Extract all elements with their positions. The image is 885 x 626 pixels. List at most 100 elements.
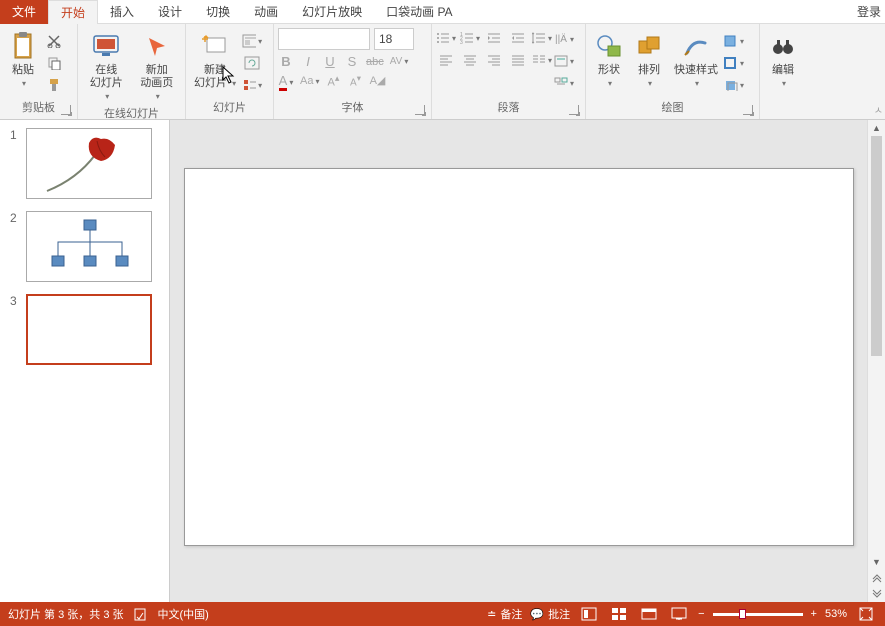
menu-home[interactable]: 开始 xyxy=(48,0,98,24)
vertical-scrollbar[interactable]: ▲ ▼ xyxy=(867,120,885,602)
menu-bar: 文件 开始 插入 设计 切换 动画 幻灯片放映 口袋动画 PA 登录 xyxy=(0,0,885,24)
spellcheck-icon[interactable] xyxy=(134,607,148,621)
zoom-handle[interactable] xyxy=(739,609,746,619)
font-launcher[interactable] xyxy=(415,105,425,115)
decrease-indent-button[interactable] xyxy=(484,30,504,46)
change-case-button[interactable]: Aa▾ xyxy=(300,75,319,87)
zoom-out-button[interactable]: − xyxy=(698,608,704,620)
slide-editor[interactable] xyxy=(170,120,867,602)
slide-canvas[interactable] xyxy=(184,168,854,546)
login-button[interactable]: 登录 xyxy=(845,0,885,24)
font-name-input[interactable] xyxy=(278,28,370,50)
justify-button[interactable] xyxy=(508,52,528,68)
thumb-row: 1 xyxy=(10,128,159,199)
thumb-number: 3 xyxy=(10,294,20,365)
new-slide-button[interactable]: 新建 幻灯片 ▾ xyxy=(190,26,240,92)
align-center-button[interactable] xyxy=(460,52,480,68)
scroll-up-button[interactable]: ▲ xyxy=(868,120,885,136)
cut-button[interactable] xyxy=(44,32,64,50)
italic-button[interactable]: I xyxy=(300,54,316,69)
workspace: 1 2 3 ▲ ▼ xyxy=(0,120,885,602)
numbering-button[interactable]: 123▾ xyxy=(460,30,480,46)
columns-button[interactable]: ▾ xyxy=(532,52,552,68)
scroll-thumb[interactable] xyxy=(871,136,882,356)
reset-button[interactable] xyxy=(242,54,262,72)
language-indicator[interactable]: 中文(中国) xyxy=(158,606,209,622)
layout-button[interactable]: ▾ xyxy=(242,32,262,50)
fit-window-button[interactable] xyxy=(855,605,877,623)
slide-thumbnail-1[interactable] xyxy=(26,128,152,199)
menu-file[interactable]: 文件 xyxy=(0,0,48,24)
align-text-button[interactable]: ▾ xyxy=(554,52,574,70)
paragraph-launcher[interactable] xyxy=(569,105,579,115)
chevron-down-icon: ▾ xyxy=(782,79,786,88)
shadow-button[interactable]: S xyxy=(344,54,360,69)
font-size-input[interactable] xyxy=(374,28,414,50)
normal-view-button[interactable] xyxy=(578,605,600,623)
menu-slideshow[interactable]: 幻灯片放映 xyxy=(290,0,374,24)
notes-button[interactable]: ≐备注 xyxy=(487,606,522,622)
arrange-button[interactable]: 排列▾ xyxy=(630,26,668,92)
clear-format-button[interactable]: A◢ xyxy=(369,74,385,87)
scroll-down-button[interactable]: ▼ xyxy=(868,554,885,570)
increase-indent-button[interactable] xyxy=(508,30,528,46)
format-painter-button[interactable] xyxy=(44,76,64,94)
reading-view-button[interactable] xyxy=(638,605,660,623)
shape-effects-button[interactable]: ▾ xyxy=(724,76,744,94)
copy-button[interactable] xyxy=(44,54,64,72)
paste-button[interactable]: 粘贴▾ xyxy=(4,26,42,92)
shapes-button[interactable]: 形状▾ xyxy=(590,26,628,92)
quick-styles-button[interactable]: 快速样式▾ xyxy=(670,26,722,92)
line-spacing-button[interactable]: ▾ xyxy=(532,30,552,46)
menu-transition[interactable]: 切换 xyxy=(194,0,242,24)
zoom-slider[interactable] xyxy=(713,613,803,616)
collapse-ribbon-button[interactable]: ㅅ xyxy=(874,102,883,117)
drawing-group-label: 绘图 xyxy=(662,102,684,114)
slideshow-view-button[interactable] xyxy=(668,605,690,623)
notes-icon: ≐ xyxy=(487,608,496,621)
drawing-launcher[interactable] xyxy=(743,105,753,115)
slide-thumbnail-2[interactable] xyxy=(26,211,152,282)
text-direction-button[interactable]: ||Ä▾ xyxy=(554,30,574,48)
smartart-button[interactable]: ▾ xyxy=(554,74,574,92)
strike-button[interactable]: abc xyxy=(366,56,384,68)
find-button[interactable]: 编辑▾ xyxy=(764,26,802,92)
online-slide-button[interactable]: 在线 幻灯片 ▾ xyxy=(82,26,131,105)
sorter-view-button[interactable] xyxy=(608,605,630,623)
group-clipboard: 粘贴▾ 剪贴板 xyxy=(0,24,78,119)
ribbon: 粘贴▾ 剪贴板 在线 幻灯片 ▾ 新加 动画页 ▾ 在线幻灯片 xyxy=(0,24,885,120)
underline-button[interactable]: U xyxy=(322,54,338,69)
grow-font-button[interactable]: A▴ xyxy=(325,73,341,89)
comment-icon: 💬 xyxy=(530,608,544,621)
shape-fill-button[interactable]: ▾ xyxy=(724,32,744,50)
slide-thumbnail-panel[interactable]: 1 2 3 xyxy=(0,120,170,602)
align-left-button[interactable] xyxy=(436,52,456,68)
spacing-button[interactable]: AV▾ xyxy=(390,56,409,67)
bullets-button[interactable]: ▾ xyxy=(436,30,456,46)
shape-outline-button[interactable]: ▾ xyxy=(724,54,744,72)
chevron-down-icon: ▾ xyxy=(232,79,236,88)
align-right-button[interactable] xyxy=(484,52,504,68)
chevron-down-icon: ▾ xyxy=(648,79,652,88)
zoom-level[interactable]: 53% xyxy=(825,608,847,620)
slide-thumbnail-3[interactable] xyxy=(26,294,152,365)
zoom-in-button[interactable]: + xyxy=(811,608,817,620)
menu-animation[interactable]: 动画 xyxy=(242,0,290,24)
new-animation-button[interactable]: 新加 动画页 ▾ xyxy=(133,26,182,105)
group-online-slides: 在线 幻灯片 ▾ 新加 动画页 ▾ 在线幻灯片 xyxy=(78,24,186,119)
chevron-down-icon: ▾ xyxy=(105,92,109,101)
font-color-button[interactable]: A▾ xyxy=(278,73,294,88)
next-slide-button[interactable] xyxy=(868,586,885,602)
chevron-down-icon: ▾ xyxy=(258,37,262,46)
shrink-font-button[interactable]: A▾ xyxy=(347,73,363,88)
menu-pocket[interactable]: 口袋动画 PA xyxy=(374,0,464,24)
clipboard-launcher[interactable] xyxy=(61,105,71,115)
bold-button[interactable]: B xyxy=(278,54,294,69)
menu-design[interactable]: 设计 xyxy=(146,0,194,24)
section-button[interactable]: ▾ xyxy=(242,76,262,94)
orgchart-image xyxy=(27,212,151,281)
slide-indicator[interactable]: 幻灯片 第 3 张，共 3 张 xyxy=(8,606,124,622)
comments-button[interactable]: 💬批注 xyxy=(530,606,570,622)
menu-insert[interactable]: 插入 xyxy=(98,0,146,24)
prev-slide-button[interactable] xyxy=(868,570,885,586)
